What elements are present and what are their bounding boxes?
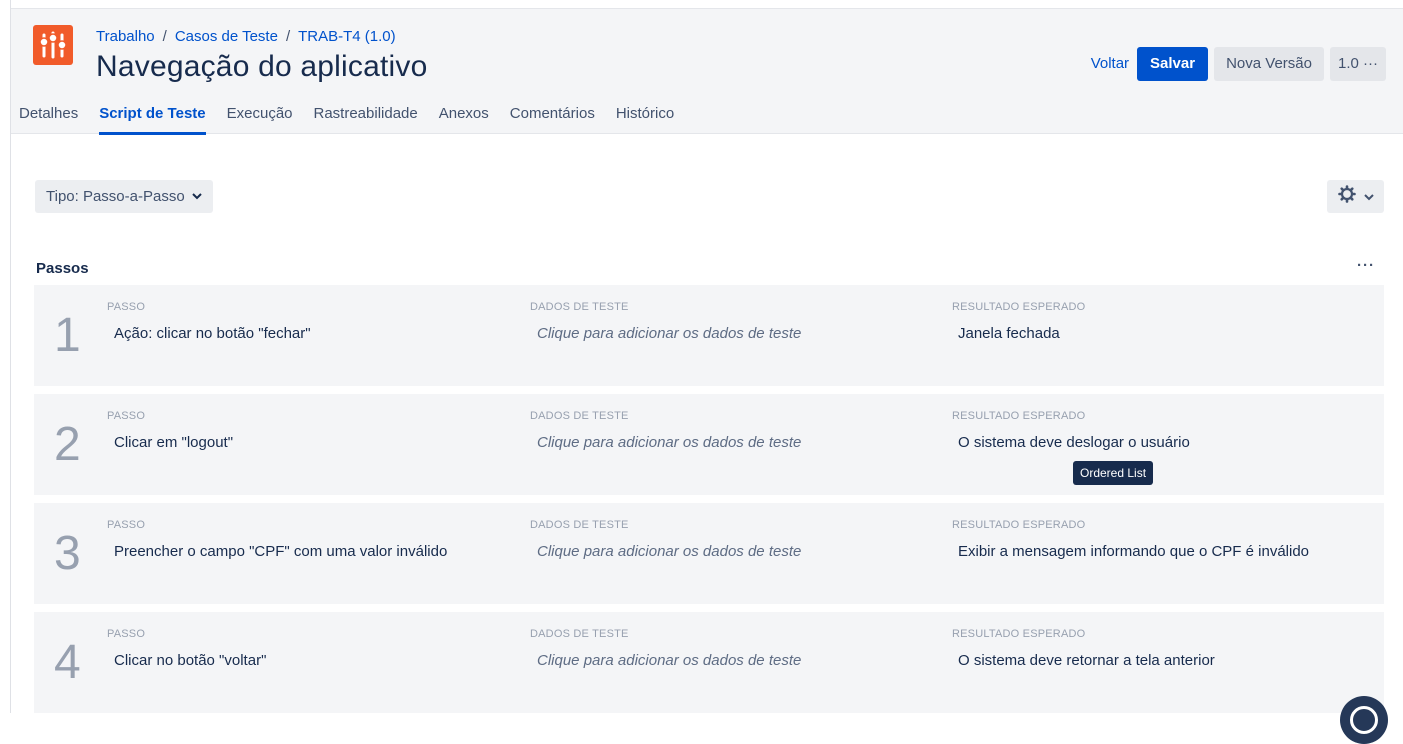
step-test-data[interactable]: Clique para adicionar os dados de teste (537, 652, 801, 669)
breadcrumb-item[interactable]: Casos de Teste (175, 28, 278, 45)
step-number: 1 (54, 309, 81, 362)
test-data-column-label: DADOS DE TESTE (530, 628, 629, 640)
type-select[interactable]: Tipo: Passo-a-Passo (35, 180, 213, 213)
step-test-data[interactable]: Clique para adicionar os dados de teste (537, 543, 801, 560)
step-column-label: PASSO (107, 410, 146, 422)
expected-column-label: RESULTADO ESPERADO (952, 628, 1086, 640)
expected-column-label: RESULTADO ESPERADO (952, 301, 1086, 313)
step-test-data[interactable]: Clique para adicionar os dados de teste (537, 434, 801, 451)
back-button[interactable]: Voltar (1087, 47, 1133, 81)
step-test-data[interactable]: Clique para adicionar os dados de teste (537, 325, 801, 342)
save-button[interactable]: Salvar (1137, 47, 1209, 81)
step-action[interactable]: Clicar em "logout" (114, 434, 233, 451)
step-row[interactable]: 3 PASSO Preencher o campo "CPF" com uma … (34, 503, 1384, 604)
header-actions: Voltar Salvar Nova Versão 1.0 ··· (1087, 47, 1386, 81)
step-action[interactable]: Preencher o campo "CPF" com uma valor in… (114, 543, 447, 560)
step-column-label: PASSO (107, 628, 146, 640)
step-action[interactable]: Ação: clicar no botão "fechar" (114, 325, 311, 342)
step-row[interactable]: 2 PASSO Clicar em "logout" DADOS DE TEST… (34, 394, 1384, 495)
steps-heading: Passos (36, 260, 89, 277)
test-data-column-label: DADOS DE TESTE (530, 410, 629, 422)
breadcrumb-separator: / (162, 28, 167, 45)
test-data-column-label: DADOS DE TESTE (530, 519, 629, 531)
type-select-label: Tipo: Passo-a-Passo (46, 188, 185, 205)
tab-history[interactable]: Histórico (616, 105, 674, 122)
tab-details[interactable]: Detalhes (19, 105, 78, 122)
tab-comments[interactable]: Comentários (510, 105, 595, 122)
breadcrumb-separator: / (285, 28, 291, 45)
step-row[interactable]: 4 PASSO Clicar no botão "voltar" DADOS D… (34, 612, 1384, 713)
breadcrumb: Trabalho / Casos de Teste / TRAB-T4 (1.0) (96, 28, 396, 45)
tab-bar: Detalhes Script de Teste Execução Rastre… (19, 105, 695, 135)
page-title: Navegação do aplicativo (96, 50, 428, 83)
tab-attachments[interactable]: Anexos (439, 105, 489, 122)
tab-traceability[interactable]: Rastreabilidade (314, 105, 418, 122)
step-expected-result[interactable]: O sistema deve deslogar o usuário (958, 434, 1190, 451)
sliders-icon (33, 25, 73, 65)
step-expected-result[interactable]: O sistema deve retornar a tela anterior (958, 652, 1215, 669)
breadcrumb-item[interactable]: Trabalho (96, 28, 155, 45)
step-row[interactable]: 1 PASSO Ação: clicar no botão "fechar" D… (34, 285, 1384, 386)
chevron-down-icon (191, 191, 202, 203)
step-column-label: PASSO (107, 519, 146, 531)
help-icon (1350, 706, 1378, 734)
expected-column-label: RESULTADO ESPERADO (952, 519, 1086, 531)
test-data-column-label: DADOS DE TESTE (530, 301, 629, 313)
step-expected-result[interactable]: Janela fechada (958, 325, 1060, 342)
gear-icon (1337, 185, 1356, 208)
step-number: 3 (54, 527, 81, 580)
step-number: 4 (54, 636, 81, 689)
steps-more-button[interactable]: ··· (1357, 257, 1375, 274)
step-action[interactable]: Clicar no botão "voltar" (114, 652, 266, 669)
step-column-label: PASSO (107, 301, 146, 313)
help-button[interactable] (1340, 696, 1388, 744)
breadcrumb-item[interactable]: TRAB-T4 (1.0) (298, 28, 396, 45)
expected-column-label: RESULTADO ESPERADO (952, 410, 1086, 422)
step-expected-result[interactable]: Exibir a mensagem informando que o CPF é… (958, 543, 1309, 560)
tab-test-script[interactable]: Script de Teste (99, 105, 207, 135)
tooltip: Ordered List (1073, 461, 1154, 485)
chevron-down-icon (1363, 188, 1374, 206)
settings-button[interactable] (1327, 180, 1384, 213)
step-number: 2 (54, 418, 81, 471)
version-menu-button[interactable]: 1.0 ··· (1329, 47, 1386, 81)
new-version-button[interactable]: Nova Versão (1214, 47, 1324, 81)
tab-execution[interactable]: Execução (227, 105, 293, 122)
